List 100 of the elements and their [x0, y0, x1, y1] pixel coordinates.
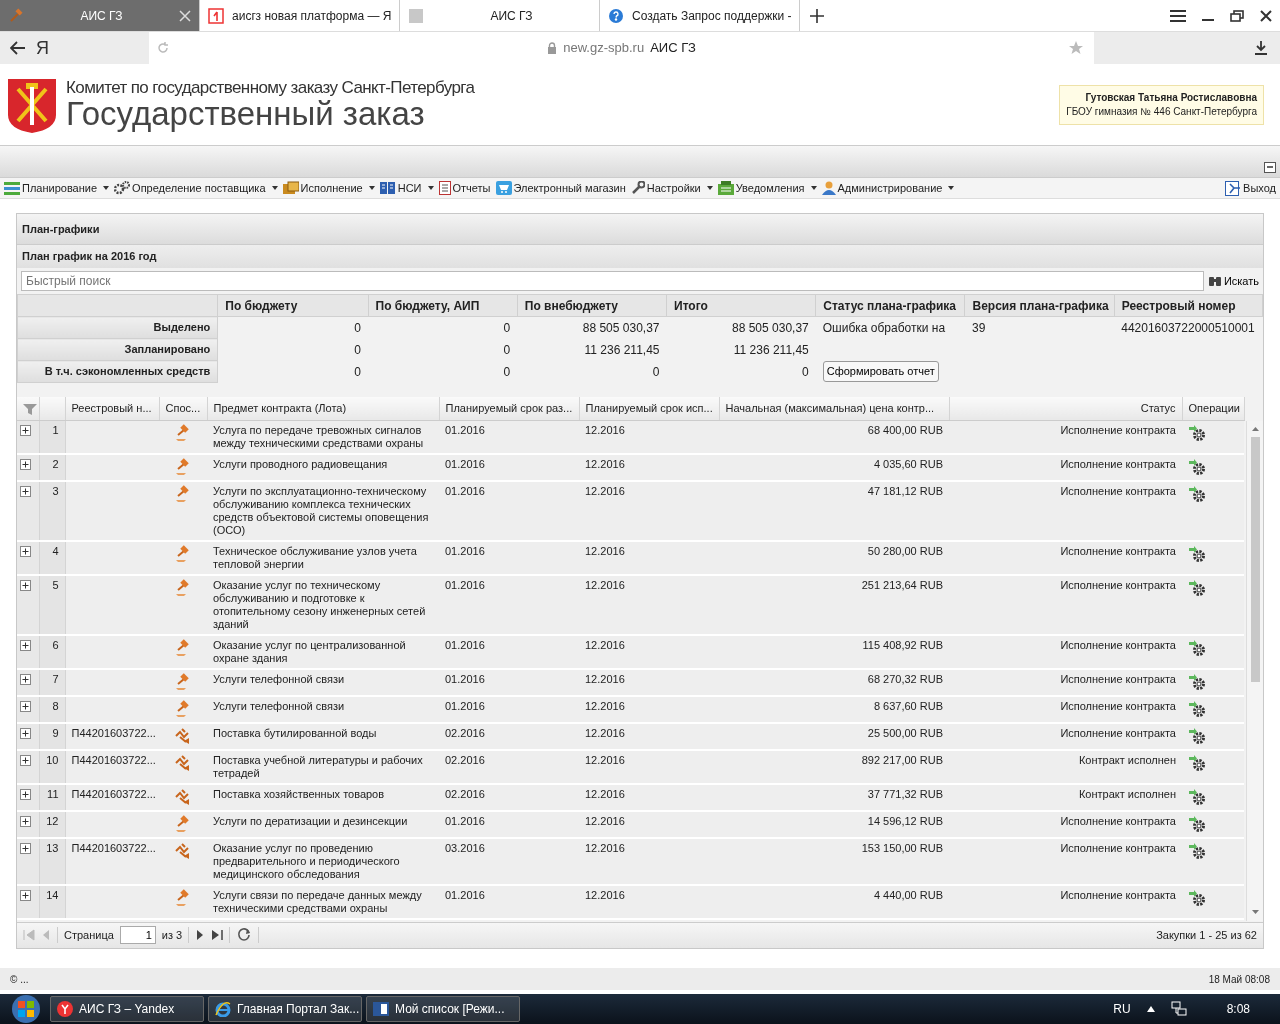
scrollbar[interactable] — [1246, 421, 1263, 921]
gear-icon[interactable] — [1188, 753, 1206, 772]
column-header[interactable]: Спос... — [159, 397, 207, 420]
gear-icon[interactable] — [1188, 814, 1206, 833]
plus-icon[interactable] — [810, 9, 824, 23]
list-icon — [4, 181, 20, 195]
column-header[interactable]: Предмет контракта (Лота) — [207, 397, 439, 420]
browser-icon — [57, 1001, 73, 1017]
gear-icon[interactable] — [1188, 578, 1206, 597]
star-icon[interactable] — [1068, 40, 1084, 56]
expand-button[interactable] — [20, 754, 31, 766]
row-number: 12 — [39, 810, 65, 838]
filter-icon[interactable] — [23, 402, 37, 416]
taskbar-button[interactable]: АИС ГЗ – Yandex — [50, 996, 204, 1022]
menu-item[interactable]: Администрирование — [821, 179, 955, 197]
gear-icon[interactable] — [1188, 484, 1206, 503]
menu-item[interactable]: Исполнение — [282, 179, 375, 197]
table-cell: 0 — [217, 338, 369, 361]
report-button[interactable]: Сформировать отчет — [822, 361, 939, 382]
table-cell: 01.2016 — [445, 672, 485, 685]
gear-icon[interactable] — [1188, 672, 1206, 691]
row-label: Выделено — [17, 316, 218, 339]
exit-button[interactable]: Выход — [1225, 179, 1276, 197]
download-icon[interactable] — [1254, 41, 1268, 55]
collapse-icon[interactable] — [1264, 162, 1276, 173]
menu-item[interactable]: Определение поставщика — [114, 179, 278, 197]
taskbar-button[interactable]: Мой список [Режи... — [366, 996, 520, 1022]
table-cell: Исполнение контракта — [1060, 638, 1176, 651]
column-header[interactable]: Планируемый срок раз... — [439, 397, 579, 420]
expand-button[interactable] — [20, 889, 31, 901]
menu-item[interactable]: Уведомления — [717, 179, 817, 197]
gear-icon[interactable] — [1188, 423, 1206, 442]
user-name: Гутовская Татьяна Ростиславовна — [1084, 90, 1257, 105]
expand-button[interactable] — [20, 727, 31, 739]
column-header: Реестровый номер — [1114, 294, 1263, 317]
column-header[interactable]: Начальная (максимальная) цена контр... — [719, 397, 949, 420]
expand-button[interactable] — [20, 545, 31, 557]
column-header[interactable]: Планируемый срок исп... — [579, 397, 719, 420]
tab-title: АИС ГЗ — [79, 7, 124, 25]
browser-tab[interactable]: аисгз новая платформа — Я — [200, 0, 400, 31]
column-header[interactable]: Операции — [1182, 397, 1244, 420]
expand-button[interactable] — [20, 424, 31, 436]
gear-icon[interactable] — [1188, 699, 1206, 718]
refresh-icon[interactable] — [236, 928, 253, 942]
browser-tab[interactable]: АИС ГЗ — [0, 0, 200, 31]
organization-name: Комитет по государственному заказу Санкт-Петербурга — [66, 78, 475, 97]
back-icon[interactable] — [10, 41, 26, 55]
row-number: 13 — [39, 837, 65, 885]
column-header[interactable]: Статус — [949, 397, 1182, 420]
close-icon[interactable] — [1260, 9, 1272, 22]
language-indicator[interactable]: RU — [1113, 1000, 1131, 1018]
table-cell: 12.2016 — [585, 544, 625, 557]
table-cell: 115 408,92 RUB — [862, 638, 943, 651]
expand-button[interactable] — [20, 458, 31, 470]
search-field[interactable]: Быстрый поиск — [21, 271, 1204, 291]
gear-icon[interactable] — [1188, 841, 1206, 860]
browser-logo[interactable]: Я — [36, 34, 49, 62]
restore-icon[interactable] — [1230, 9, 1244, 22]
gear-icon[interactable] — [1188, 457, 1206, 476]
address-field[interactable]: new.gz-spb.ru АИС ГЗ — [149, 32, 1094, 64]
table-cell: Оказание услуг по централизованной охране здания — [213, 638, 406, 664]
clock-text[interactable]: 8:08 — [1226, 1000, 1250, 1018]
menu-item[interactable]: НСИ — [379, 179, 434, 197]
up-arrow-icon[interactable] — [1146, 1006, 1155, 1012]
search-button[interactable]: Искать — [1207, 272, 1259, 290]
gear-icon[interactable] — [1188, 787, 1206, 806]
menu-item[interactable]: Настройки — [630, 179, 713, 197]
expand-button[interactable] — [20, 673, 31, 685]
expand-button[interactable] — [20, 700, 31, 712]
expand-button[interactable] — [20, 485, 31, 497]
site-title: Государственный заказ — [66, 96, 425, 131]
taskbar-button[interactable]: Главная Портал Зак... — [208, 996, 362, 1022]
network-icon[interactable] — [1170, 1001, 1187, 1017]
browser-tab[interactable]: АИС ГЗ — [400, 0, 600, 31]
table-cell: 14 596,12 RUB — [867, 814, 943, 827]
gear-icon[interactable] — [1188, 726, 1206, 745]
table-cell: Исполнение контракта — [1060, 841, 1176, 854]
table-cell: 12.2016 — [585, 787, 625, 800]
page-field[interactable]: 1 — [119, 926, 156, 944]
browser-tab[interactable]: Создать Запрос поддержки - — [600, 0, 800, 31]
expand-button[interactable] — [20, 842, 31, 854]
expand-button[interactable] — [20, 579, 31, 591]
menu-item[interactable]: Электронный магазин — [495, 179, 626, 197]
expand-button[interactable] — [20, 639, 31, 651]
last-page-icon[interactable] — [211, 929, 224, 941]
gear-icon[interactable] — [1188, 888, 1206, 907]
gear-icon[interactable] — [1188, 638, 1206, 657]
menu-item[interactable]: Отчеты — [438, 179, 491, 197]
expand-button[interactable] — [20, 815, 31, 827]
table-cell: 0 — [217, 316, 369, 339]
gear-icon[interactable] — [1188, 544, 1206, 563]
table-cell: Исполнение контракта — [1060, 814, 1176, 827]
menu-icon[interactable] — [1170, 9, 1186, 22]
table-cell: 12.2016 — [585, 888, 625, 901]
table-cell: Контракт исполнен — [1078, 753, 1176, 766]
column-header[interactable]: Реестровый н... — [65, 397, 159, 420]
expand-button[interactable] — [20, 788, 31, 800]
table-cell: Оказание услуг по техническому обслуживанию и подготовке к отопительному сезону инженерных сетей зданий — [213, 578, 426, 630]
row-number: 11 — [39, 783, 65, 811]
menu-item[interactable]: Планирование — [4, 179, 110, 197]
